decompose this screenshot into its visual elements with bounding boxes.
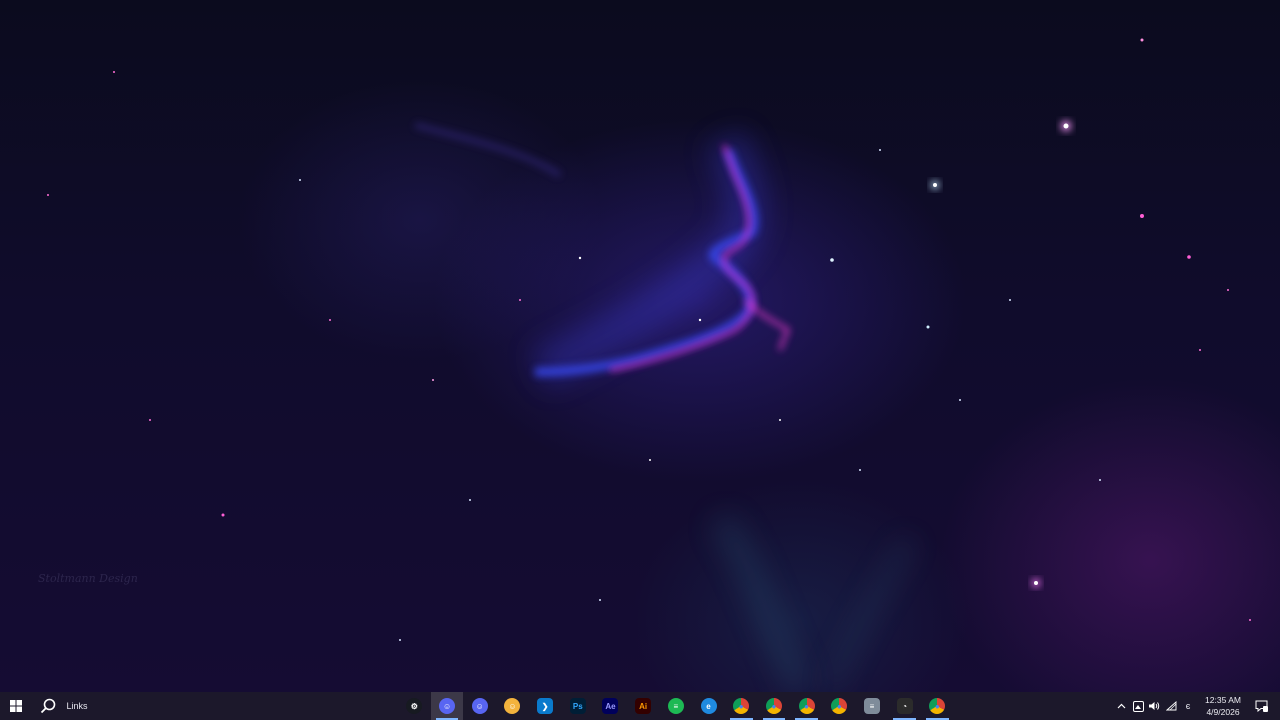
taskbar-app-notepad[interactable]: ≡ (856, 692, 889, 720)
start-button[interactable] (0, 692, 32, 720)
discord-canary-icon: ☺ (504, 698, 521, 714)
volume-icon (1149, 702, 1160, 710)
chrome-icon: ● (929, 698, 946, 714)
after-effects-icon: Ae (602, 698, 619, 714)
taskbar-app-edge[interactable]: e (692, 692, 725, 720)
taskbar-app-chrome[interactable]: ● (758, 692, 791, 720)
taskbar-app-after-effects[interactable]: Ae (594, 692, 627, 720)
photoshop-icon: Ps (569, 698, 586, 714)
taskbar-app-photoshop[interactable]: Ps (561, 692, 594, 720)
nebula-image (47, 38, 1251, 692)
tray-ime[interactable]: є (1181, 692, 1195, 720)
taskbar-app-vscode[interactable]: ❯ (529, 692, 562, 720)
onedrive-icon (1132, 700, 1144, 712)
clock[interactable]: 12:35 AM 4/9/2026 (1200, 694, 1246, 718)
links-label: Links (66, 701, 88, 711)
taskbar-app-chrome[interactable]: ● (921, 692, 954, 720)
windows-logo-icon (10, 700, 22, 712)
tray-onedrive[interactable] (1131, 692, 1145, 720)
taskbar: Links ⚙ ☺ ☺ ☺ ❯ Ps Ae Ai ≡ e ● ● ● ● ≡ ◔ ● є 12:35 AM 4/… (0, 692, 1280, 720)
taskbar-app-chrome[interactable]: ● (725, 692, 758, 720)
search-icon (40, 698, 56, 714)
taskbar-app-chrome[interactable]: ● (790, 692, 823, 720)
taskbar-app-discord[interactable]: ☺ (463, 692, 496, 720)
spotify-icon: ≡ (667, 698, 684, 714)
taskbar-app-spotify[interactable]: ≡ (660, 692, 693, 720)
links-toolbar[interactable]: Links (62, 692, 92, 720)
desktop-wallpaper: Stoltmann Design (0, 0, 1280, 692)
notification-icon (1255, 700, 1268, 712)
taskbar-app-steam[interactable]: ⚙ (398, 692, 431, 720)
clock-date: 4/9/2026 (1206, 707, 1240, 717)
wallpaper-watermark: Stoltmann Design (38, 572, 148, 585)
taskbar-app-discord-canary[interactable]: ☺ (496, 692, 529, 720)
chevron-up-icon (1117, 703, 1125, 709)
chrome-icon: ● (798, 698, 815, 714)
taskbar-apps: ⚙ ☺ ☺ ☺ ❯ Ps Ae Ai ≡ e ● ● ● ● ≡ ◔ ● (398, 692, 954, 720)
chrome-icon: ● (733, 698, 750, 714)
taskbar-app-chrome[interactable]: ● (823, 692, 856, 720)
network-icon (1165, 701, 1176, 711)
edge-icon: e (700, 698, 717, 714)
ime-icon: є (1185, 701, 1191, 711)
steam-icon: ⚙ (406, 698, 423, 714)
illustrator-icon: Ai (635, 698, 652, 714)
task-manager-icon: ◔ (896, 698, 913, 714)
discord-icon: ☺ (439, 698, 456, 714)
tray-volume[interactable] (1147, 692, 1161, 720)
chrome-icon: ● (831, 698, 848, 714)
search-button[interactable] (34, 692, 62, 720)
taskbar-app-illustrator[interactable]: Ai (627, 692, 660, 720)
notification-center-button[interactable] (1250, 692, 1272, 720)
notepad-icon: ≡ (863, 698, 880, 714)
watermark-text: Stoltmann Design (38, 572, 138, 585)
taskbar-app-task-manager[interactable]: ◔ (888, 692, 921, 720)
tray-network[interactable] (1164, 692, 1178, 720)
chrome-icon: ● (765, 698, 782, 714)
show-hidden-icons-button[interactable] (1114, 692, 1128, 720)
vscode-icon: ❯ (537, 698, 554, 714)
clock-time: 12:35 AM (1205, 695, 1241, 705)
taskbar-app-discord[interactable]: ☺ (430, 692, 464, 720)
discord-icon: ☺ (471, 698, 488, 714)
